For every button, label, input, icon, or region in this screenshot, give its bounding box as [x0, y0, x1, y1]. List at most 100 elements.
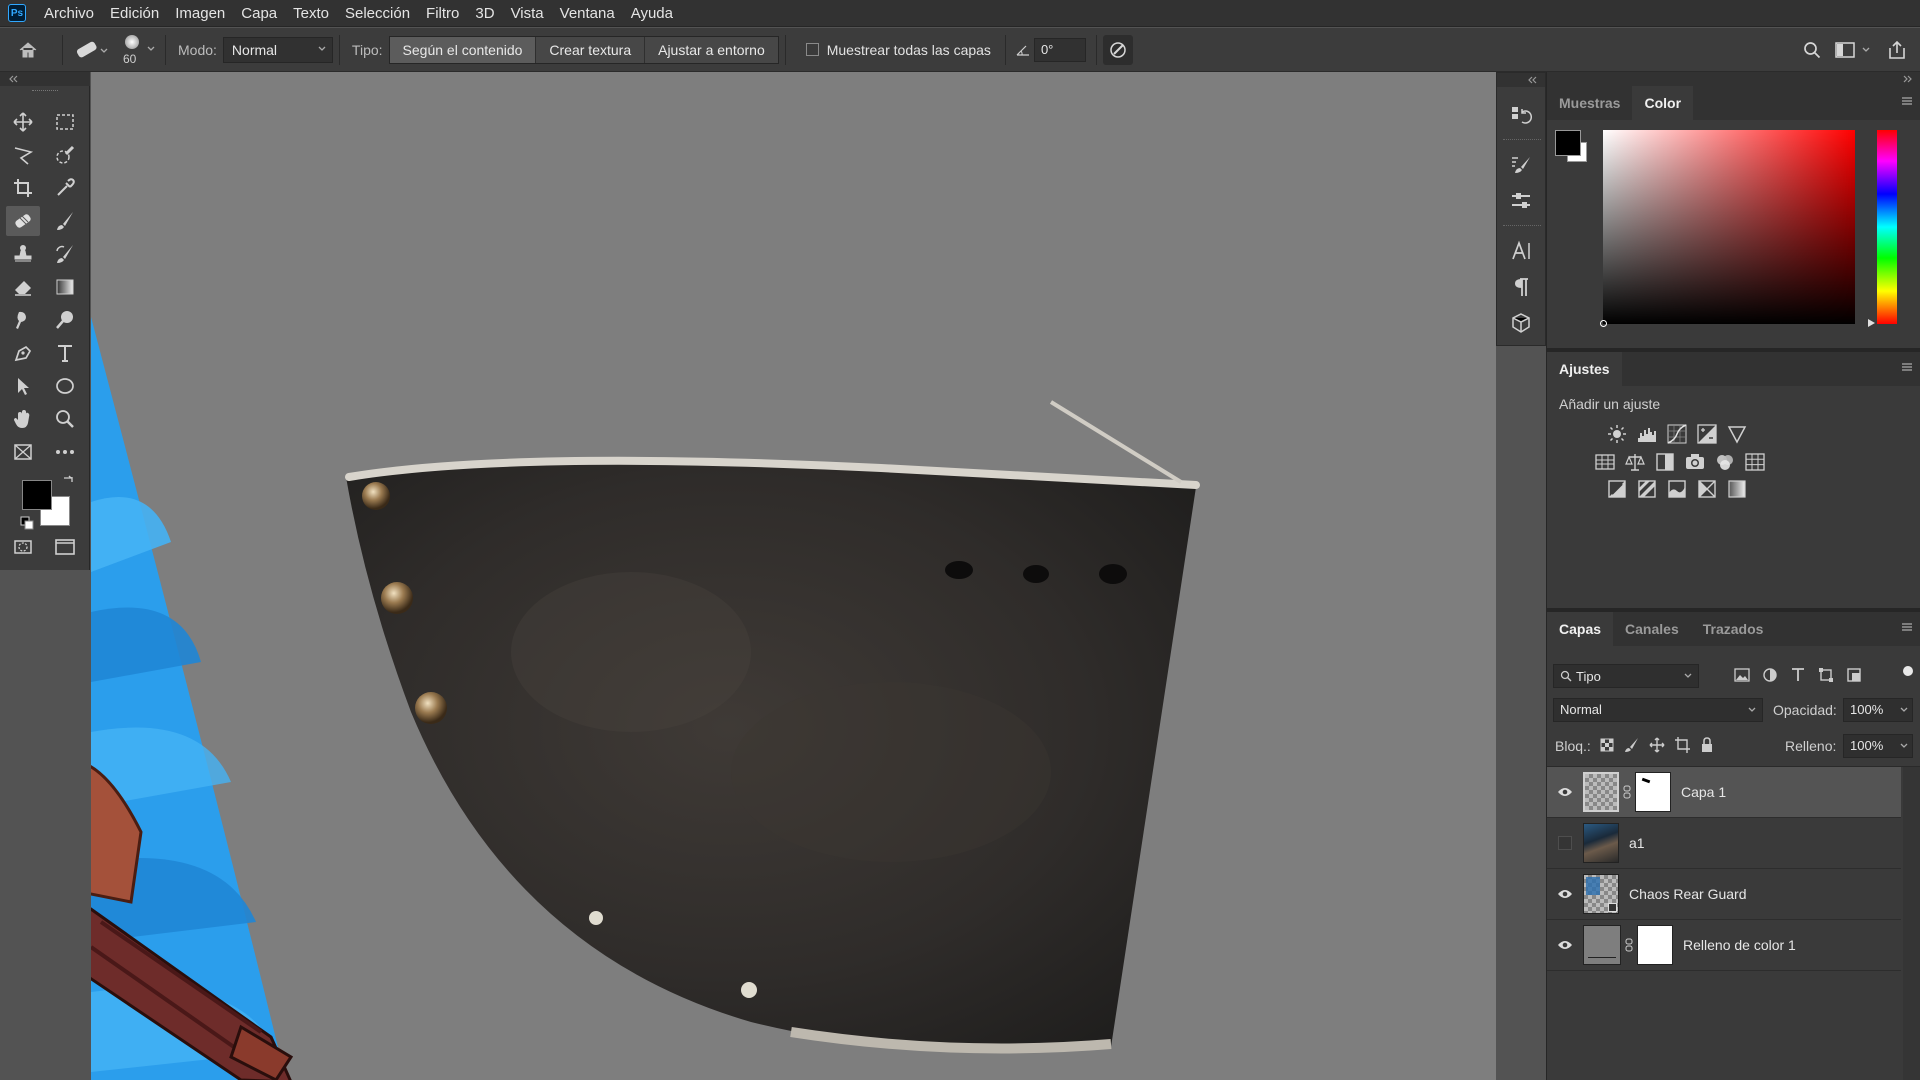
menu-filtro[interactable]: Filtro [418, 0, 467, 27]
menu-capa[interactable]: Capa [233, 0, 285, 27]
hue-slider[interactable] [1877, 130, 1897, 324]
layer-row[interactable]: Relleno de color 1 [1547, 920, 1901, 971]
color-lookup-icon[interactable] [1743, 450, 1767, 474]
lock-transparent-pixels-icon[interactable] [1599, 736, 1615, 754]
panel-menu-icon[interactable] [1901, 96, 1913, 106]
ellipse-tool-icon[interactable] [48, 371, 82, 401]
mask-link-icon[interactable] [1625, 938, 1633, 952]
history-panel-icon[interactable] [1505, 99, 1537, 131]
filter-smart-objects-icon[interactable] [1845, 666, 1863, 684]
rectangular-marquee-tool-icon[interactable] [48, 107, 82, 137]
lock-position-icon[interactable] [1649, 736, 1665, 754]
layer-mask-thumbnail[interactable] [1635, 772, 1671, 812]
lasso-tool-icon[interactable] [6, 140, 40, 170]
lock-artboard-icon[interactable] [1674, 736, 1690, 754]
panel-menu-icon[interactable] [1901, 622, 1913, 632]
menu-ayuda[interactable]: Ayuda [623, 0, 681, 27]
color-picker-field[interactable] [1600, 130, 1855, 327]
mask-link-icon[interactable] [1623, 785, 1631, 799]
layer-mask-thumbnail[interactable] [1637, 925, 1673, 965]
type-tool-icon[interactable] [48, 338, 82, 368]
dock-collapse-bar[interactable] [1547, 72, 1920, 86]
menu-3d[interactable]: 3D [467, 0, 502, 27]
menu-imagen[interactable]: Imagen [167, 0, 233, 27]
color-panel-foreground-swatch[interactable] [1555, 130, 1581, 156]
visibility-toggle-empty[interactable] [1547, 836, 1583, 850]
visibility-eye-icon[interactable] [1547, 939, 1583, 951]
dodge-tool-icon[interactable] [48, 305, 82, 335]
brush-size-picker[interactable]: 60 [113, 28, 159, 72]
curves-icon[interactable] [1665, 422, 1689, 446]
brush-angle-input[interactable]: 0° [1033, 37, 1086, 62]
menu-vista[interactable]: Vista [503, 0, 552, 27]
fill-input[interactable]: 100% [1843, 734, 1913, 758]
visibility-eye-icon[interactable] [1547, 888, 1583, 900]
history-brush-tool-icon[interactable] [48, 239, 82, 269]
mode-select[interactable]: Normal [222, 36, 333, 63]
zoom-tool-icon[interactable] [48, 404, 82, 434]
3d-panel-icon[interactable] [1505, 307, 1537, 339]
paragraph-panel-icon[interactable] [1505, 271, 1537, 303]
frame-tool-icon[interactable] [6, 437, 40, 467]
tab-canales[interactable]: Canales [1613, 612, 1691, 646]
brightness-contrast-icon[interactable] [1605, 422, 1629, 446]
properties-icon[interactable] [1505, 185, 1537, 217]
blend-mode-select[interactable]: Normal [1553, 698, 1763, 722]
quick-selection-tool-icon[interactable] [48, 140, 82, 170]
lock-all-icon[interactable] [1699, 736, 1715, 754]
default-colors-icon[interactable] [20, 516, 34, 530]
swap-colors-icon[interactable] [62, 474, 74, 486]
color-balance-icon[interactable] [1623, 450, 1647, 474]
menu-texto[interactable]: Texto [285, 0, 337, 27]
channel-mixer-icon[interactable] [1713, 450, 1737, 474]
layer-row[interactable]: Capa 1 [1547, 767, 1901, 818]
type-create-texture-button[interactable]: Crear textura [536, 36, 646, 63]
vibrance-icon[interactable] [1725, 422, 1749, 446]
menu-edicion[interactable]: Edición [102, 0, 167, 27]
foreground-color-swatch[interactable] [22, 480, 52, 510]
screen-mode-icon[interactable] [48, 532, 82, 562]
color-picker-cursor[interactable] [1600, 320, 1607, 327]
layers-scrollbar[interactable] [1903, 767, 1920, 1080]
workspace-icon[interactable] [1830, 28, 1860, 72]
brush-tool-icon[interactable] [48, 206, 82, 236]
tab-trazados[interactable]: Trazados [1691, 612, 1776, 646]
black-white-icon[interactable] [1653, 450, 1677, 474]
tab-muestras[interactable]: Muestras [1547, 86, 1632, 120]
hand-tool-icon[interactable] [6, 404, 40, 434]
photo-filter-icon[interactable] [1683, 450, 1707, 474]
pressure-size-icon[interactable] [1102, 34, 1133, 65]
exposure-icon[interactable] [1695, 422, 1719, 446]
clone-stamp-tool-icon[interactable] [6, 239, 40, 269]
type-proximity-match-button[interactable]: Ajustar a entorno [645, 37, 778, 63]
spot-healing-brush-tool-icon[interactable] [6, 206, 40, 236]
hue-saturation-icon[interactable] [1593, 450, 1617, 474]
menu-seleccion[interactable]: Selección [337, 0, 418, 27]
hue-slider-handle-icon[interactable] [1867, 318, 1877, 328]
tab-capas[interactable]: Capas [1547, 612, 1614, 646]
crop-tool-icon[interactable] [6, 173, 40, 203]
menu-archivo[interactable]: Archivo [36, 0, 102, 27]
threshold-icon[interactable] [1665, 477, 1689, 501]
healing-brush-preset-icon[interactable] [69, 28, 113, 72]
sample-all-layers-checkbox[interactable] [805, 43, 819, 56]
tab-ajustes[interactable]: Ajustes [1547, 352, 1622, 386]
filter-shape-layers-icon[interactable] [1817, 666, 1835, 684]
levels-icon[interactable] [1635, 422, 1659, 446]
gradient-map-icon[interactable] [1725, 477, 1749, 501]
filter-toggle-icon[interactable] [1903, 666, 1913, 676]
smudge-tool-icon[interactable] [6, 305, 40, 335]
panel-menu-icon[interactable] [1901, 362, 1913, 372]
filter-pixel-layers-icon[interactable] [1733, 666, 1751, 684]
layer-row[interactable]: a1 [1547, 818, 1901, 869]
visibility-eye-icon[interactable] [1547, 786, 1583, 798]
tools-panel-collapse-bar[interactable] [0, 72, 90, 86]
document-canvas[interactable] [91, 72, 1496, 1080]
opacity-input[interactable]: 100% [1843, 698, 1913, 722]
eyedropper-tool-icon[interactable] [48, 173, 82, 203]
filter-adjustment-layers-icon[interactable] [1761, 666, 1779, 684]
character-panel-icon[interactable] [1505, 235, 1537, 267]
share-icon[interactable] [1880, 28, 1914, 72]
tab-color[interactable]: Color [1632, 86, 1694, 120]
layer-filter-select[interactable]: Tipo [1553, 664, 1699, 688]
